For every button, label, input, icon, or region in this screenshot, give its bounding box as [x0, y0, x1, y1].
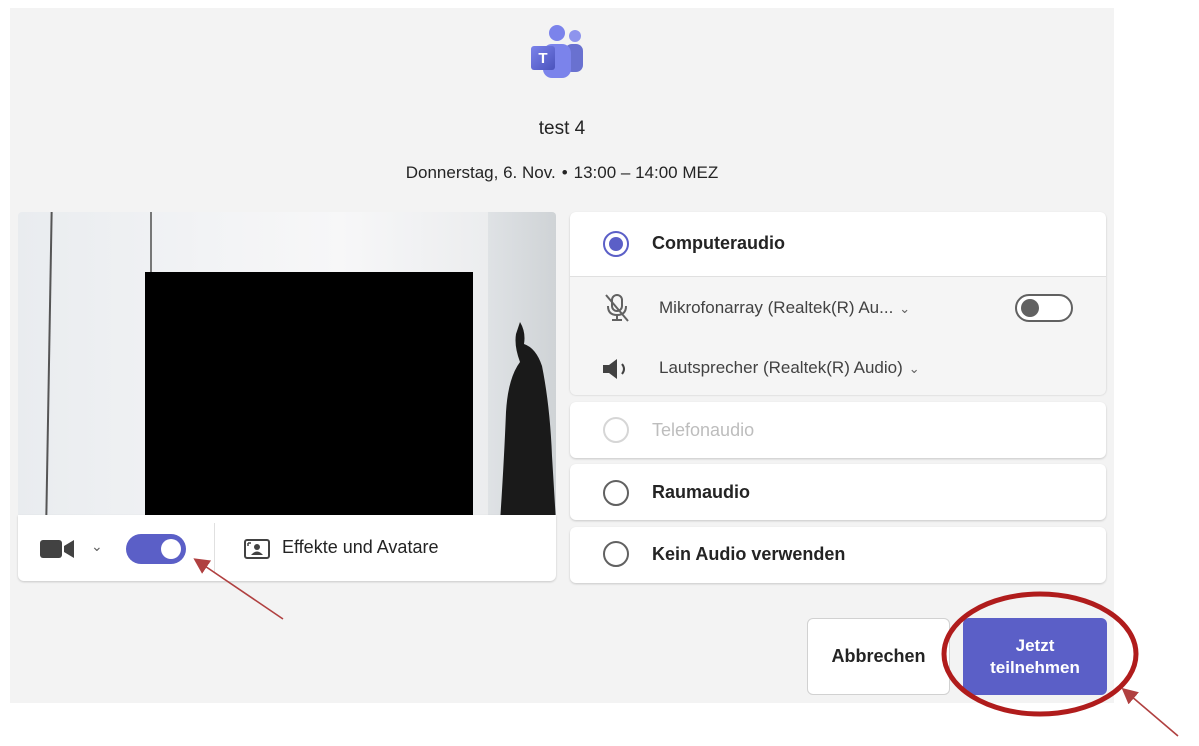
meeting-separator: • — [561, 163, 568, 182]
cancel-button[interactable]: Abbrechen — [807, 618, 950, 695]
effects-button[interactable]: Effekte und Avatare — [282, 537, 438, 558]
speaker-name: Lautsprecher (Realtek(R) Audio) — [659, 358, 903, 377]
toggle-knob — [161, 539, 181, 559]
room-audio-radio[interactable] — [603, 480, 629, 506]
chevron-down-icon: ⌄ — [899, 301, 911, 316]
no-audio-radio[interactable] — [603, 541, 629, 567]
annotation-arrow — [1121, 687, 1179, 737]
computer-audio-label: Computeraudio — [652, 233, 785, 253]
audio-device-settings: Mikrofonarray (Realtek(R) Au... ⌄ Lautspr… — [570, 276, 1106, 395]
phone-audio-label: Telefonaudio — [652, 420, 755, 440]
mic-off-icon[interactable] — [604, 293, 630, 323]
divider — [214, 523, 215, 573]
phone-audio-option[interactable]: Telefonaudio — [570, 402, 1106, 458]
speaker-icon[interactable] — [601, 357, 633, 381]
room-audio-option[interactable]: Raumaudio — [570, 464, 1106, 520]
video-preview — [18, 212, 556, 515]
chevron-down-icon[interactable]: ⌄ — [91, 538, 103, 555]
svg-text:T: T — [538, 50, 547, 67]
video-controls: ⌄ Effekte und Avatare — [18, 515, 556, 581]
meeting-time: 13:00 – 14:00 MEZ — [573, 163, 719, 182]
join-now-button[interactable]: Jetzt teilnehmen — [963, 618, 1107, 695]
phone-audio-radio[interactable] — [603, 417, 629, 443]
microphone-name: Mikrofonarray (Realtek(R) Au... — [659, 298, 894, 317]
camera-toggle[interactable] — [126, 534, 186, 564]
teams-logo-icon: T — [531, 25, 583, 78]
speaker-select[interactable]: Lautsprecher (Realtek(R) Audio) ⌄ — [659, 358, 920, 378]
wall-edge-line — [45, 212, 53, 515]
coat-silhouette — [500, 322, 556, 515]
meeting-datetime: Donnerstag, 6. Nov. • 13:00 – 14:00 MEZ — [0, 163, 1124, 183]
redacted-face — [145, 272, 473, 515]
chevron-down-icon: ⌄ — [908, 361, 920, 376]
no-audio-label: Kein Audio verwenden — [652, 544, 846, 564]
computer-audio-header[interactable]: Computeraudio — [570, 212, 1106, 276]
camera-icon[interactable] — [40, 538, 76, 560]
microphone-toggle[interactable] — [1015, 294, 1073, 322]
toggle-knob — [1021, 299, 1039, 317]
meeting-date: Donnerstag, 6. Nov. — [405, 163, 556, 182]
effects-icon[interactable] — [244, 539, 270, 559]
meeting-title: test 4 — [538, 118, 586, 139]
room-audio-label: Raumaudio — [652, 482, 751, 502]
microphone-select[interactable]: Mikrofonarray (Realtek(R) Au... ⌄ — [659, 298, 910, 318]
computer-audio-radio[interactable] — [603, 231, 629, 257]
computer-audio-option[interactable]: Computeraudio Mikrofonarray (Realtek(R) … — [570, 212, 1106, 395]
no-audio-option[interactable]: Kein Audio verwenden — [570, 527, 1106, 583]
